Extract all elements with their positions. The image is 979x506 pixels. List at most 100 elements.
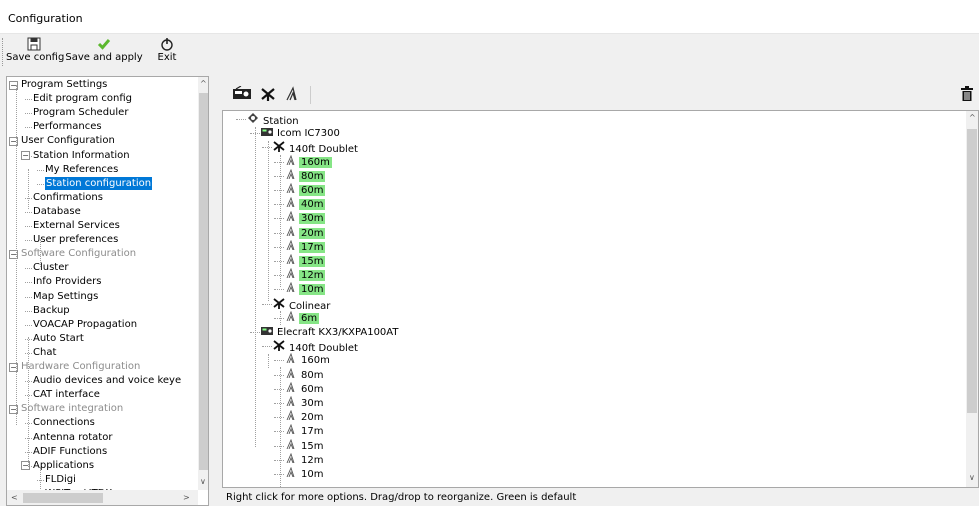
tree-item-station-information[interactable]: Station Information: [33, 149, 130, 162]
tree-item-applications[interactable]: Applications: [33, 459, 94, 472]
band-node-15m[interactable]: 15m: [285, 253, 326, 269]
scrollbar-thumb[interactable]: [199, 93, 208, 470]
scrollbar-thumb[interactable]: [967, 129, 977, 413]
tree-item-chat[interactable]: Chat: [33, 346, 56, 359]
band-icon: [285, 168, 297, 184]
band-node-160m[interactable]: 160m: [285, 154, 332, 170]
antenna-icon: [273, 140, 285, 157]
tree-item-station-configuration[interactable]: Station configuration: [45, 176, 153, 190]
save-and-apply-button[interactable]: Save and apply: [64, 37, 144, 67]
band-node-80m[interactable]: 80m: [285, 168, 326, 184]
band-icon: [285, 395, 297, 411]
scroll-down-arrow-icon[interactable]: ∨: [200, 477, 206, 486]
add-band-icon[interactable]: [284, 86, 300, 106]
band-node-12m[interactable]: 12m: [285, 267, 326, 283]
ribbon-toolbar: Save config Save and apply Exit: [0, 34, 979, 70]
tree-item-cat-interface[interactable]: CAT interface: [33, 388, 100, 401]
tree-item-performances[interactable]: Performances: [33, 120, 102, 133]
band-node-15m[interactable]: 15m: [285, 438, 325, 454]
band-icon: [285, 381, 297, 397]
tree-item-voacap-propagation[interactable]: VOACAP Propagation: [33, 318, 137, 331]
station-icon: [247, 112, 259, 129]
band-icon: [285, 253, 297, 269]
tree-item-connections[interactable]: Connections: [33, 416, 95, 429]
tree-guide-line: [28, 169, 29, 209]
tree-vertical-scrollbar[interactable]: ^ ∨: [198, 77, 208, 490]
trash-icon[interactable]: [961, 86, 973, 106]
tree-connector: [37, 169, 44, 171]
band-node-12m[interactable]: 12m: [285, 452, 325, 468]
tree-item-auto-start[interactable]: Auto Start: [33, 332, 84, 345]
band-node-10m[interactable]: 10m: [285, 466, 325, 482]
tree-item-audio-devices-and-voice-keye[interactable]: Audio devices and voice keye: [33, 374, 181, 387]
save-config-button[interactable]: Save config: [6, 37, 64, 67]
tree-item-adif-functions[interactable]: ADIF Functions: [33, 445, 107, 458]
tree-item-my-references[interactable]: My References: [45, 163, 118, 176]
band-node-20m[interactable]: 20m: [285, 409, 325, 425]
band-node-60m[interactable]: 60m: [285, 182, 326, 198]
config-tree[interactable]: − Program Settings Edit program config Prog…: [6, 76, 209, 506]
tree-item-antenna-rotator[interactable]: Antenna rotator: [33, 431, 112, 444]
station-vertical-scrollbar[interactable]: ^ ∨: [966, 111, 978, 487]
band-node-30m[interactable]: 30m: [285, 395, 325, 411]
tree-connector: [274, 445, 284, 447]
tree-guide-line: [40, 239, 41, 267]
tree-horizontal-scrollbar[interactable]: < >: [7, 490, 198, 505]
tree-item-program-scheduler[interactable]: Program Scheduler: [33, 106, 128, 119]
tree-item-edit-program-config[interactable]: Edit program config: [33, 92, 132, 105]
exit-button[interactable]: Exit: [148, 37, 186, 67]
tree-item-hardware-configuration[interactable]: Hardware Configuration: [21, 360, 140, 373]
node-label: 20m: [299, 227, 326, 239]
band-node-30m[interactable]: 30m: [285, 211, 326, 226]
tree-connector: [25, 282, 32, 284]
tree-connector: [274, 275, 284, 277]
band-node-17m[interactable]: 17m: [285, 239, 326, 255]
tree-guide-line: [268, 354, 269, 368]
scrollbar-thumb[interactable]: [23, 493, 103, 503]
toolbar-grip[interactable]: [2, 38, 5, 66]
tree-item-external-services[interactable]: External Services: [33, 219, 120, 232]
scroll-right-arrow-icon[interactable]: >: [183, 493, 190, 502]
tree-item-user-configuration[interactable]: User Configuration: [21, 134, 115, 147]
add-antenna-icon[interactable]: [260, 86, 276, 106]
band-node-6m[interactable]: 6m: [285, 310, 320, 326]
tree-item-program-settings[interactable]: Program Settings: [21, 78, 107, 91]
tree-item-info-providers[interactable]: Info Providers: [33, 275, 102, 288]
tree-item-map-settings[interactable]: Map Settings: [33, 290, 98, 303]
tree-item-fldigi[interactable]: FLDigi: [45, 473, 76, 486]
radio-node-elecraft-kx3-kxpa100at[interactable]: Elecraft KX3/KXPA100AT: [261, 325, 400, 340]
tree-item-cluster[interactable]: Cluster: [33, 261, 69, 274]
band-node-40m[interactable]: 40m: [285, 196, 326, 212]
band-icon: [285, 424, 297, 439]
band-node-20m[interactable]: 20m: [285, 225, 326, 241]
station-tree[interactable]: Station Icom IC7300 140ft Doublet 160m 80m 60…: [222, 110, 979, 488]
tree-item-confirmations[interactable]: Confirmations: [33, 191, 103, 204]
node-label: 15m: [299, 256, 326, 267]
tree-connector: [262, 303, 272, 305]
tree-connector: [25, 268, 32, 270]
tree-connector: [274, 374, 284, 376]
tree-connector: [25, 324, 32, 326]
scroll-up-arrow-icon[interactable]: ^: [200, 79, 207, 88]
band-node-60m[interactable]: 60m: [285, 381, 325, 397]
add-radio-icon[interactable]: [232, 85, 252, 104]
tree-item-software-integration[interactable]: Software integration: [21, 402, 123, 415]
band-node-80m[interactable]: 80m: [285, 367, 325, 383]
tree-item-database[interactable]: Database: [33, 205, 81, 218]
band-node-17m[interactable]: 17m: [285, 424, 325, 439]
radio-node-icom-ic7300[interactable]: Icom IC7300: [261, 126, 342, 141]
node-label: 160m: [299, 156, 332, 168]
tree-connector: [274, 175, 284, 177]
node-label: 80m: [299, 170, 326, 182]
scroll-down-arrow-icon[interactable]: ∨: [969, 473, 975, 482]
node-label: 10m: [299, 284, 326, 296]
tree-item-backup[interactable]: Backup: [33, 304, 70, 317]
tree-item-user-preferences[interactable]: User preferences: [33, 233, 118, 246]
scroll-up-arrow-icon[interactable]: ^: [969, 113, 976, 122]
collapse-toggle-icon[interactable]: −: [21, 151, 30, 160]
band-node-160m[interactable]: 160m: [285, 353, 332, 368]
floppy-icon: [6, 37, 62, 52]
band-node-10m[interactable]: 10m: [285, 282, 326, 297]
tree-item-software-configuration[interactable]: Software Configuration: [21, 247, 136, 260]
scroll-left-arrow-icon[interactable]: <: [11, 493, 18, 502]
